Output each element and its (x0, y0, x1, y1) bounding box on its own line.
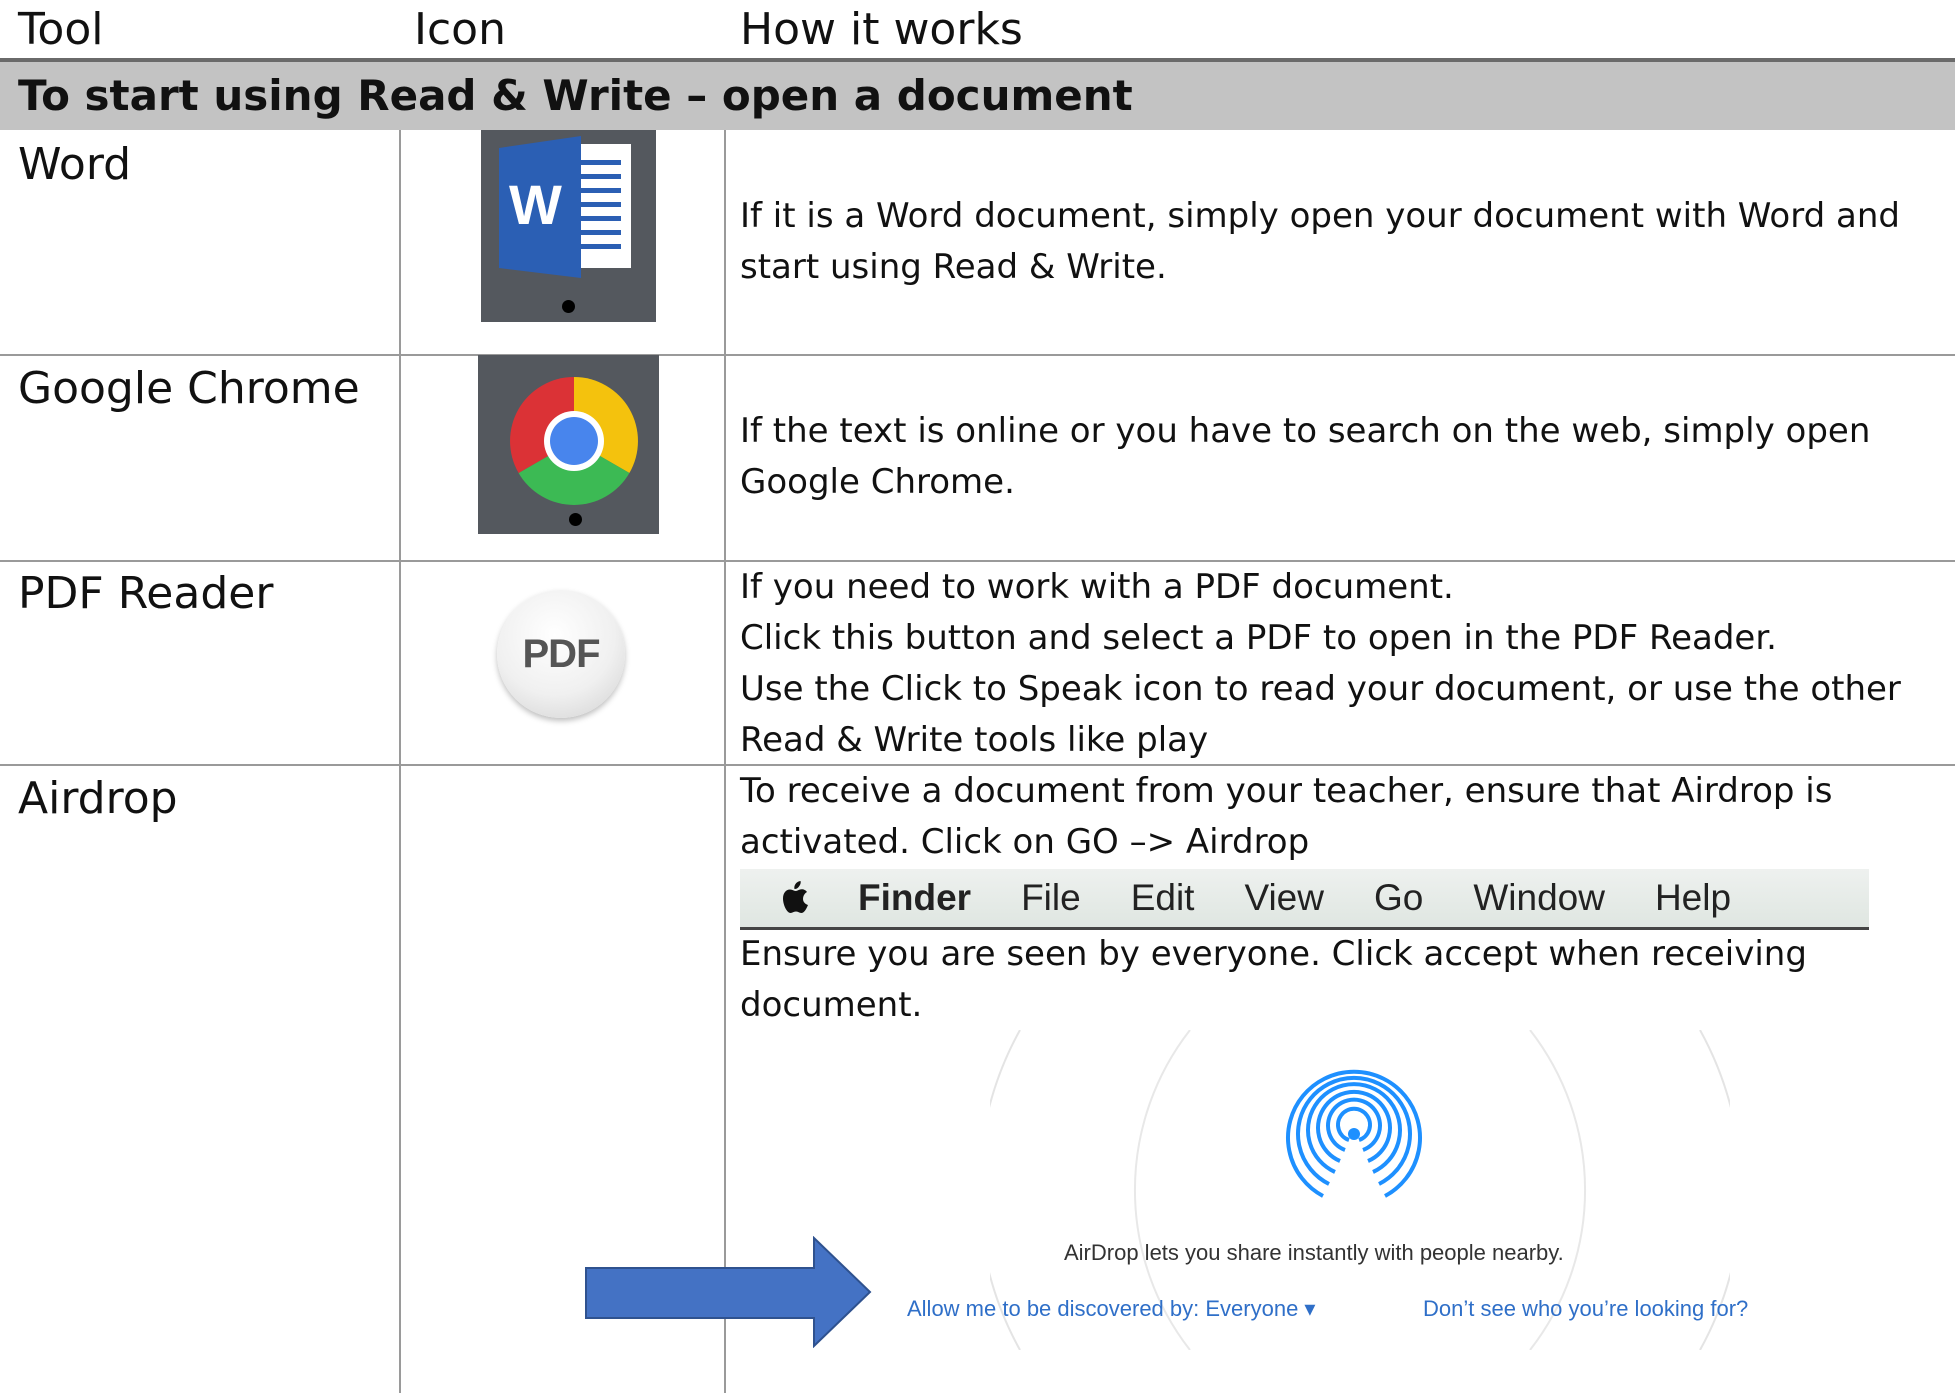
dock-indicator-dot (562, 300, 575, 313)
description-line: Ensure you are seen by everyone. Click a… (740, 934, 1807, 974)
tool-name-chrome: Google Chrome (18, 363, 360, 414)
menu-view[interactable]: View (1244, 877, 1324, 919)
description-line: start using Read & Write. (740, 247, 1167, 287)
description-word: If it is a Word document, simply open yo… (740, 191, 1940, 293)
tool-name-word: Word (18, 139, 132, 190)
word-logo-graphic (499, 136, 631, 278)
word-icon-letter: W (509, 173, 562, 236)
airdrop-share-note: AirDrop lets you share instantly with pe… (1064, 1240, 1564, 1265)
airdrop-help-link[interactable]: Don’t see who you’re looking for? (1423, 1296, 1748, 1322)
description-pdf-reader: If you need to work with a PDF document.… (740, 562, 1940, 766)
description-line: If you need to work with a PDF document. (740, 567, 1454, 607)
dock-indicator-dot (569, 513, 582, 526)
word-icon[interactable]: W (481, 130, 656, 322)
description-chrome: If the text is online or you have to sea… (740, 406, 1940, 508)
description-airdrop-visibility: Ensure you are seen by everyone. Click a… (740, 929, 1940, 1031)
pdf-icon[interactable]: PDF (497, 590, 625, 718)
tool-name-airdrop: Airdrop (18, 773, 178, 824)
airdrop-icon (1286, 1069, 1422, 1202)
airdrop-discoverability-link[interactable]: Allow me to be discovered by: Everyone ▾ (907, 1296, 1315, 1322)
chrome-logo-graphic (510, 377, 638, 505)
pointer-arrow-icon (585, 1236, 872, 1348)
header-how-it-works: How it works (740, 4, 1023, 55)
description-airdrop: To receive a document from your teacher,… (740, 766, 1940, 868)
description-line: Use the Click to Speak icon to read your… (740, 669, 1901, 709)
description-line: activated. Click on GO –> Airdrop (740, 822, 1310, 862)
header-tool: Tool (18, 4, 104, 55)
menu-file[interactable]: File (1021, 877, 1081, 919)
menu-go[interactable]: Go (1374, 877, 1423, 919)
row-divider-1 (0, 354, 1955, 356)
description-line: To receive a document from your teacher,… (740, 771, 1833, 811)
description-line: Click this button and select a PDF to op… (740, 618, 1777, 658)
chrome-icon[interactable] (478, 355, 659, 534)
section-title: To start using Read & Write – open a doc… (18, 71, 1133, 120)
description-line: Read & Write tools like play (740, 720, 1209, 760)
menu-window[interactable]: Window (1473, 877, 1605, 919)
description-line: Google Chrome. (740, 462, 1015, 502)
finder-menubar: Finder File Edit View Go Window Help (740, 869, 1869, 930)
description-line: If the text is online or you have to sea… (740, 411, 1871, 451)
apple-logo-icon[interactable] (776, 878, 816, 918)
tool-name-pdf-reader: PDF Reader (18, 568, 274, 619)
column-divider-2 (724, 130, 726, 1393)
menu-edit[interactable]: Edit (1131, 877, 1195, 919)
description-line: document. (740, 985, 923, 1025)
pdf-icon-label: PDF (522, 631, 601, 676)
menu-finder[interactable]: Finder (858, 877, 971, 919)
description-line: If it is a Word document, simply open yo… (740, 196, 1900, 236)
menu-help[interactable]: Help (1655, 877, 1731, 919)
column-divider-1 (399, 130, 401, 1393)
header-icon: Icon (414, 4, 506, 55)
